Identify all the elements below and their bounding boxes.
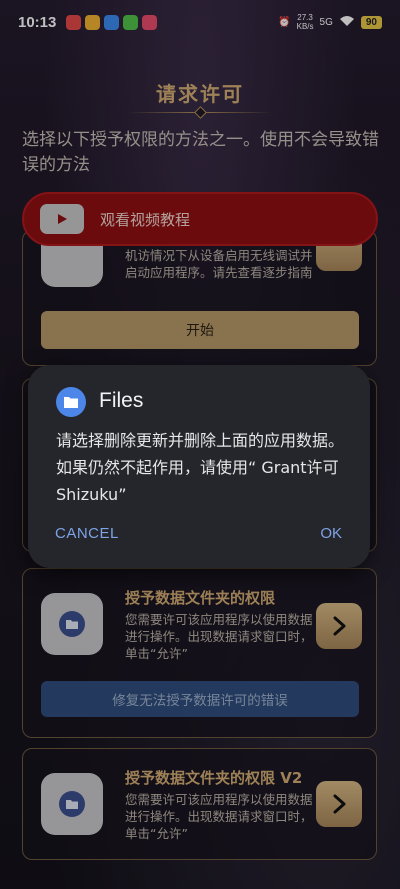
files-dialog: Files 请选择删除更新并删除上面的应用数据。如果仍然不起作用，请使用“ Gr… xyxy=(28,365,370,568)
dialog-title: Files xyxy=(99,389,144,412)
ok-button[interactable]: OK xyxy=(320,525,342,542)
dialog-message: 请选择删除更新并删除上面的应用数据。如果仍然不起作用，请使用“ Grant许可S… xyxy=(56,431,345,504)
files-app-icon xyxy=(56,387,86,417)
cancel-button[interactable]: CANCEL xyxy=(55,525,119,542)
